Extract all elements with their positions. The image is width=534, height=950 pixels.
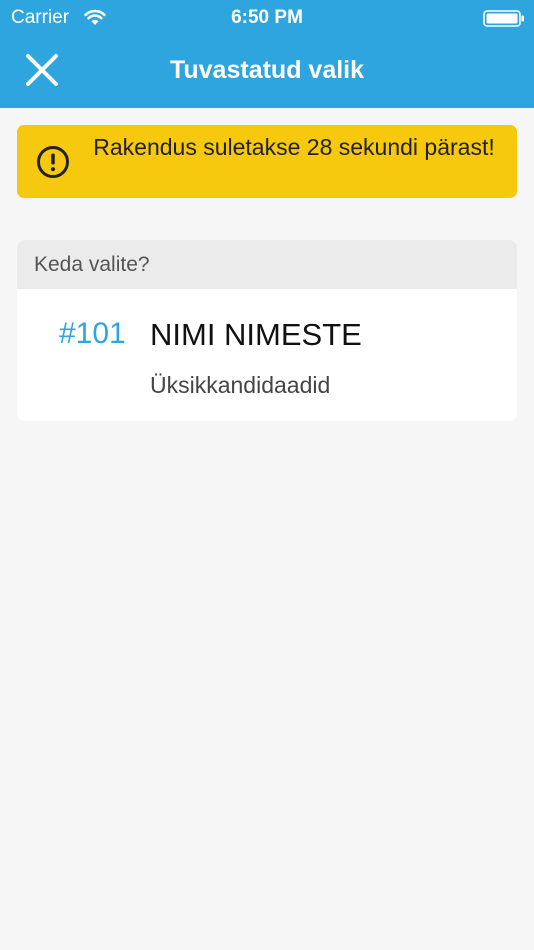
timeout-warning-banner: Rakendus suletakse 28 sekundi pärast!	[17, 125, 517, 198]
clock: 6:50 PM	[231, 7, 303, 28]
selection-card: Keda valite? #101 NIMI NIMESTE Üksikkand…	[17, 240, 517, 421]
header: Carrier 6:50 PM Tuvastatud valik	[0, 0, 534, 108]
warning-message: Rakendus suletakse 28 sekundi pärast!	[93, 134, 495, 160]
candidate-item[interactable]: #101 NIMI NIMESTE Üksikkandidaadid	[17, 289, 517, 421]
status-bar: Carrier 6:50 PM	[0, 0, 534, 38]
app-screen: Carrier 6:50 PM Tuvastatud valik Rakendu…	[0, 0, 534, 950]
candidate-number: #101	[59, 317, 126, 350]
exclamation-circle-icon	[36, 145, 70, 179]
battery-icon	[483, 10, 525, 27]
candidate-group: Üksikkandidaadid	[150, 372, 331, 398]
nav-bar: Tuvastatud valik	[0, 38, 534, 108]
page-title: Tuvastatud valik	[169, 56, 365, 84]
selection-prompt: Keda valite?	[17, 240, 517, 289]
candidate-name: NIMI NIMESTE	[150, 317, 362, 352]
